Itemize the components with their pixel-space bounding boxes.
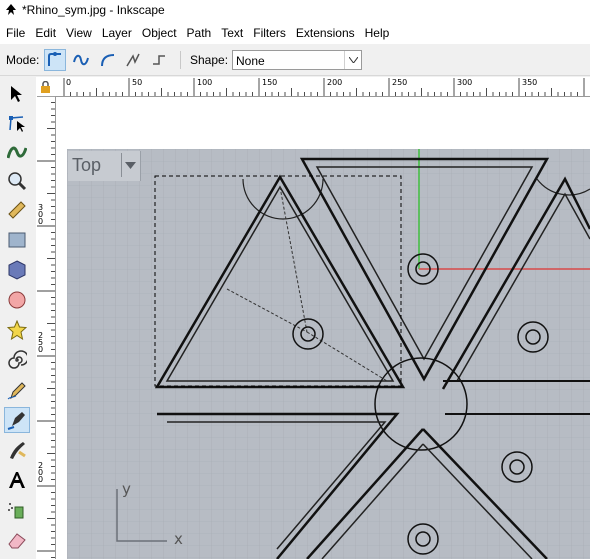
rhino-drawing: y x [67,149,590,559]
cube-icon [8,260,26,280]
eraser-icon [8,533,26,549]
viewport-label-text: Top [72,155,102,175]
star-tool[interactable] [4,317,30,343]
spiro-mode-button[interactable] [70,49,92,71]
pen-icon [7,412,25,430]
rectangle-icon [8,232,26,248]
star-icon [7,320,27,340]
text-a-icon [9,472,25,488]
selector-tool[interactable] [4,81,30,107]
inkscape-logo-icon [6,4,16,15]
toolbar-separator [180,51,181,69]
ruler-label: 300 [38,203,44,226]
calligraphy-icon [10,442,26,459]
mode-label: Mode: [6,53,40,67]
horizontal-ruler[interactable]: 0 50 100 150 200 250 300 350 [55,77,590,97]
menu-object[interactable]: Object [137,22,182,44]
zigzag-icon [126,53,140,67]
axis-x-label: x [174,530,183,548]
ruler-label: 200 [38,461,44,484]
title-bar: *Rhino_sym.jpg - Inkscape [0,0,590,22]
text-tool[interactable] [4,467,30,493]
bspline-mode-button[interactable] [97,49,119,71]
spiro-icon [73,54,89,66]
ellipse-tool[interactable] [4,287,30,313]
spray-can-icon [8,503,24,519]
menu-path[interactable]: Path [182,22,217,44]
lock-icon [41,80,50,93]
menu-edit[interactable]: Edit [30,22,61,44]
menu-help[interactable]: Help [360,22,395,44]
spiral-icon [8,350,27,369]
eraser-tool[interactable] [4,527,30,553]
tool-palette [0,77,34,559]
3d-box-tool[interactable] [4,257,30,283]
rectangle-tool[interactable] [4,227,30,253]
circle-icon [8,291,26,309]
pencil-tool[interactable] [4,377,30,403]
menu-bar: File Edit View Layer Object Path Text Fi… [0,22,590,44]
zoom-tool[interactable] [4,168,30,194]
zigzag-mode-button[interactable] [122,49,144,71]
shape-dropdown-value: None [236,54,265,68]
axis-y-label: y [122,480,131,498]
calligraphy-tool[interactable] [4,437,30,463]
ruler-label: 0 [66,78,72,87]
tweak-wave-icon [7,146,27,159]
menu-layer[interactable]: Layer [97,22,137,44]
menu-view[interactable]: View [61,22,97,44]
bezier-icon [48,52,61,66]
menu-filters[interactable]: Filters [248,22,291,44]
ruler-lock-corner[interactable] [36,77,55,96]
ruler-label: 100 [197,78,213,87]
vertical-ruler[interactable]: 300 250 200 [36,96,56,559]
spray-tool[interactable] [4,497,30,523]
ruler-label: 50 [132,78,143,87]
spiral-tool[interactable] [4,347,30,373]
rhino-viewport-image: y x [67,149,590,559]
tool-controls-bar: Mode: Shape: None [0,45,590,76]
chevron-down-icon [121,153,139,177]
ruler-label: 200 [327,78,343,87]
ruler-label: 250 [38,331,44,354]
window-title: *Rhino_sym.jpg - Inkscape [22,3,165,17]
arrow-pointer-icon [11,86,22,102]
shape-dropdown[interactable]: None [232,50,362,70]
paraxial-icon [153,55,165,65]
node-edit-icon [9,116,25,132]
ruler-icon [8,201,26,219]
menu-text[interactable]: Text [216,22,248,44]
menu-file[interactable]: File [0,22,30,44]
chevron-down-icon [344,51,361,69]
node-tool[interactable] [4,110,30,136]
menu-extensions[interactable]: Extensions [291,22,360,44]
ruler-label: 150 [262,78,278,87]
bezier-mode-button[interactable] [44,49,66,71]
ruler-label: 350 [522,78,538,87]
paraxial-mode-button[interactable] [148,49,170,71]
ruler-label: 250 [392,78,408,87]
ruler-label: 300 [457,78,473,87]
tweak-tool[interactable] [4,139,30,165]
vertical-ruler-ticks [37,96,55,558]
pen-tool[interactable] [4,407,30,433]
pencil-icon [7,382,26,400]
shape-label: Shape: [190,53,229,67]
viewport-label: Top [68,151,141,181]
magnifier-icon [8,172,27,191]
measure-tool[interactable] [4,197,30,223]
bspline-icon [101,54,115,67]
